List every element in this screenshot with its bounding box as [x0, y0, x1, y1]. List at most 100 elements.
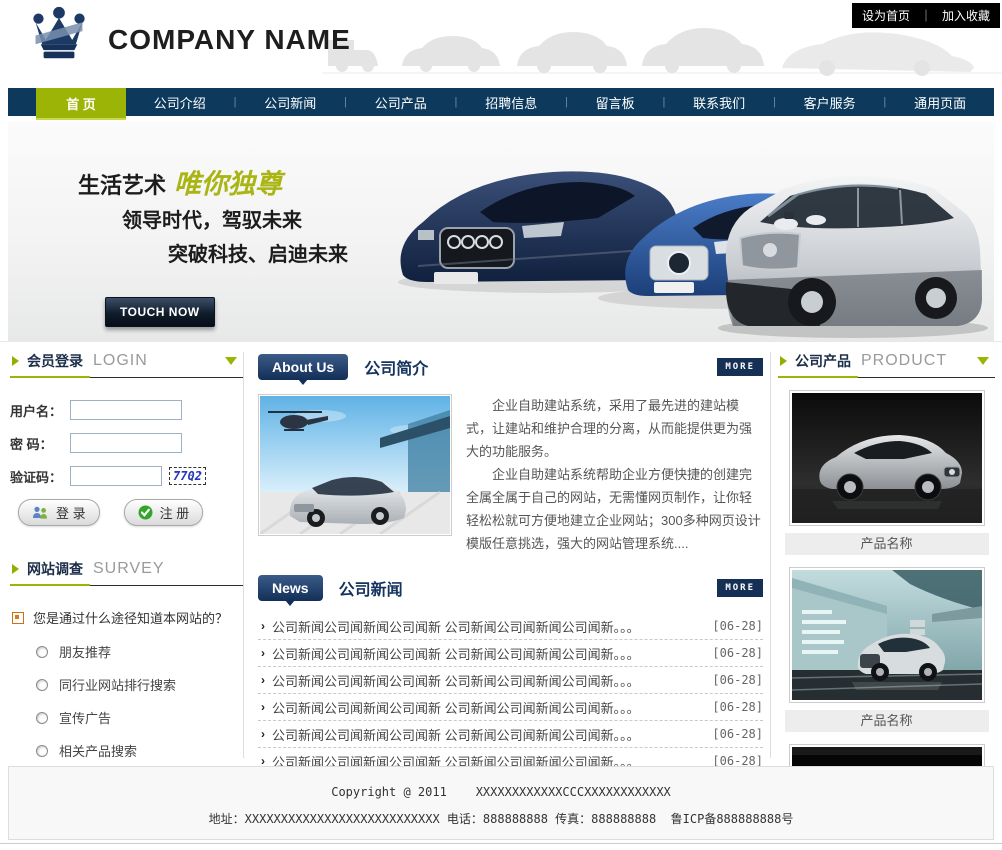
register-button-label: 注 册	[160, 503, 190, 522]
register-button[interactable]: 注 册	[124, 499, 204, 526]
about-body: 企业自助建站系统，采用了最先进的建站模式，让建站和维护合理的分离，从而能提供更为…	[258, 394, 763, 555]
product-image[interactable]	[789, 390, 985, 526]
news-row: › 公司新闻公司闻新闻公司闻新 公司新闻公司闻新闻公司闻新。。。 [06-28]	[258, 667, 763, 694]
products-title-cn: 公司产品	[795, 351, 851, 371]
news-list: › 公司新闻公司闻新闻公司闻新 公司新闻公司闻新闻公司闻新。。。 [06-28]…	[258, 613, 763, 775]
nav-item-jobs[interactable]: 招聘信息	[481, 93, 541, 112]
about-more-button[interactable]: MORE	[717, 358, 763, 376]
login-form: 用户名： 密 码： 验证码： 7702	[10, 400, 243, 526]
dropdown-icon[interactable]	[977, 357, 989, 365]
users-icon	[32, 506, 49, 519]
password-input[interactable]	[70, 433, 182, 453]
products-sidebar: 公司产品 PRODUCT	[778, 348, 995, 774]
topbar-links: 设为首页 ｜ 加入收藏	[852, 3, 1000, 28]
banner-slogan-script: 唯你独尊	[174, 169, 282, 200]
survey-section-header: 网站调查 SURVEY	[10, 556, 243, 586]
news-badge: News	[258, 575, 323, 601]
news-date: [06-28]	[712, 700, 763, 714]
nav-separator: |	[565, 96, 568, 108]
nav-item-generic[interactable]: 通用页面	[910, 93, 970, 112]
copyright-line: Copyright @ 2011 XXXXXXXXXXXXCCCXXXXXXXX…	[9, 785, 993, 799]
captcha-image[interactable]: 7702	[169, 467, 206, 485]
product-name[interactable]: 产品名称	[785, 533, 989, 555]
nav-item-home[interactable]: 首 页	[36, 88, 126, 120]
nav-items: 公司介绍 | 公司新闻 | 公司产品 | 招聘信息 | 留言板 | 联系我们 |…	[126, 88, 994, 116]
main-column: About Us 公司简介 MORE	[258, 352, 763, 775]
survey-question-text: 您是通过什么途径知道本网站的？	[33, 608, 228, 627]
banner-slogan-1: 生活艺术唯你独尊	[78, 162, 282, 201]
radio-icon[interactable]	[36, 679, 48, 691]
radio-icon[interactable]	[36, 646, 48, 658]
chevron-right-icon	[12, 356, 19, 366]
username-label: 用户名：	[10, 401, 70, 420]
username-input[interactable]	[70, 400, 182, 420]
about-image[interactable]	[258, 394, 452, 536]
survey-option-label: 同行业网站排行搜索	[59, 675, 176, 694]
hero-banner: 生活艺术唯你独尊 领导时代，驾驭未来 突破科技、启迪未来 TOUCH NOW	[8, 122, 994, 341]
survey-title-en: SURVEY	[93, 560, 165, 578]
login-button[interactable]: 登 录	[18, 499, 100, 526]
news-link[interactable]: 公司新闻公司闻新闻公司闻新 公司新闻公司闻新闻公司闻新。。。	[272, 617, 640, 636]
set-home-link[interactable]: 设为首页	[862, 7, 910, 24]
about-text: 企业自助建站系统，采用了最先进的建站模式，让建站和维护合理的分离，从而能提供更为…	[466, 394, 763, 555]
captcha-input[interactable]	[70, 466, 162, 486]
bullet-arrow-icon: ›	[261, 646, 265, 660]
password-row: 密 码：	[10, 433, 243, 453]
bullet-arrow-icon: ›	[261, 619, 265, 633]
chevron-right-icon	[780, 356, 787, 366]
question-marker-icon	[12, 612, 24, 624]
news-date: [06-28]	[712, 646, 763, 660]
banner-slogan-2: 领导时代，驾驭未来	[122, 204, 302, 233]
nav-item-service[interactable]: 客户服务	[800, 93, 860, 112]
nav-item-contact[interactable]: 联系我们	[689, 93, 749, 112]
news-link[interactable]: 公司新闻公司闻新闻公司闻新 公司新闻公司闻新闻公司闻新。。。	[272, 725, 640, 744]
address-line: 地址：XXXXXXXXXXXXXXXXXXXXXXXXXXX 电话：888888…	[9, 810, 993, 827]
nav-separator: |	[883, 96, 886, 108]
about-badge: About Us	[258, 354, 348, 380]
radio-icon[interactable]	[36, 712, 48, 724]
product-card: 产品名称	[778, 567, 995, 732]
add-favorite-link[interactable]: 加入收藏	[942, 7, 990, 24]
news-date: [06-28]	[712, 727, 763, 741]
news-row: › 公司新闻公司闻新闻公司闻新 公司新闻公司闻新闻公司闻新。。。 [06-28]	[258, 694, 763, 721]
nav-item-about[interactable]: 公司介绍	[150, 93, 210, 112]
product-image[interactable]	[789, 567, 985, 703]
radio-icon[interactable]	[36, 745, 48, 757]
survey-option[interactable]: 宣传广告	[36, 708, 243, 727]
banner-cars-image	[388, 130, 988, 340]
survey-option[interactable]: 相关产品搜索	[36, 741, 243, 760]
product-car-dark-image	[792, 393, 982, 523]
touch-now-button[interactable]: TOUCH NOW	[105, 297, 215, 327]
login-title-cn: 会员登录	[27, 351, 83, 371]
nav-item-news[interactable]: 公司新闻	[260, 93, 320, 112]
about-section-header: About Us 公司简介 MORE	[258, 352, 763, 382]
column-divider	[770, 352, 771, 758]
login-title-en: LOGIN	[93, 352, 148, 370]
survey-option-label: 朋友推荐	[59, 642, 111, 661]
login-button-label: 登 录	[56, 503, 86, 522]
survey-option-label: 宣传广告	[59, 708, 111, 727]
products-title-en: PRODUCT	[861, 352, 947, 370]
news-date: [06-28]	[712, 619, 763, 633]
nav-item-products[interactable]: 公司产品	[371, 93, 431, 112]
about-paragraph-1: 企业自助建站系统，采用了最先进的建站模式，让建站和维护合理的分离，从而能提供更为…	[466, 394, 763, 463]
about-scene-image	[260, 396, 450, 534]
news-link[interactable]: 公司新闻公司闻新闻公司闻新 公司新闻公司闻新闻公司闻新。。。	[272, 644, 640, 663]
product-name[interactable]: 产品名称	[785, 710, 989, 732]
news-link[interactable]: 公司新闻公司闻新闻公司闻新 公司新闻公司闻新闻公司闻新。。。	[272, 698, 640, 717]
left-sidebar: 会员登录 LOGIN 用户名： 密 码： 验证码： 7702	[10, 348, 243, 830]
survey-option[interactable]: 朋友推荐	[36, 642, 243, 661]
nav-separator: |	[455, 96, 458, 108]
company-name: COMPANY NAME	[108, 24, 351, 56]
dropdown-icon[interactable]	[225, 357, 237, 365]
page-bottom-border	[0, 843, 1002, 844]
news-row: › 公司新闻公司闻新闻公司闻新 公司新闻公司闻新闻公司闻新。。。 [06-28]	[258, 640, 763, 667]
captcha-label: 验证码：	[10, 467, 70, 486]
nav-item-guestbook[interactable]: 留言板	[592, 93, 639, 112]
bullet-arrow-icon: ›	[261, 700, 265, 714]
page: 设为首页 ｜ 加入收藏	[0, 0, 1002, 850]
survey-option[interactable]: 同行业网站排行搜索	[36, 675, 243, 694]
news-link[interactable]: 公司新闻公司闻新闻公司闻新 公司新闻公司闻新闻公司闻新。。。	[272, 671, 640, 690]
login-section-header: 会员登录 LOGIN	[10, 348, 243, 378]
news-more-button[interactable]: MORE	[717, 579, 763, 597]
